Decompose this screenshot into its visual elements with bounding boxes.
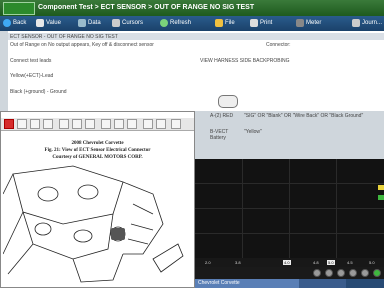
refresh-button[interactable]: Refresh <box>160 19 191 27</box>
cursors-icon <box>112 19 120 27</box>
connector-value: VIEW HARNESS SIDE BACKPROBING <box>200 58 290 64</box>
back-icon[interactable] <box>43 119 53 129</box>
test-instructions-panel: ECT SENSOR - OUT OF RANGE NO SIG TEST Ou… <box>8 31 384 141</box>
fit-icon[interactable] <box>127 119 137 129</box>
app-logo <box>3 2 35 15</box>
data-button[interactable]: Data <box>78 19 101 27</box>
record-button[interactable] <box>373 269 381 277</box>
graph-controls <box>195 267 384 279</box>
close-icon[interactable] <box>4 119 14 129</box>
taskbar-item[interactable]: Chevrolet Corvette <box>195 279 299 288</box>
engine-line-drawing <box>3 165 184 283</box>
print-doc-icon[interactable] <box>171 119 181 129</box>
data-icon <box>78 19 86 27</box>
stop-button[interactable] <box>325 269 333 277</box>
help-icon[interactable] <box>17 119 27 129</box>
refresh-icon <box>160 19 168 27</box>
meter-button[interactable]: Meter <box>296 19 321 27</box>
reading-button[interactable] <box>218 95 238 108</box>
file-icon <box>215 19 223 27</box>
image-toolbar <box>1 118 194 131</box>
connector-label: Connector: <box>266 42 291 48</box>
instruction-text: Out of Range on No output appears, Key o… <box>10 42 154 48</box>
help-pointer-icon[interactable] <box>30 119 40 129</box>
file-button[interactable]: File <box>215 19 235 27</box>
print-button[interactable]: Print <box>250 19 272 27</box>
meter-icon <box>296 19 304 27</box>
black-lead-text: Black (+ground) - Ground <box>10 89 67 95</box>
journal-icon <box>352 19 360 27</box>
hand-icon[interactable] <box>85 119 95 129</box>
cursors-button[interactable]: Cursors <box>112 19 143 27</box>
lead-1-label: A-(2) RED <box>210 113 234 119</box>
forward-icon[interactable] <box>59 119 69 129</box>
print-icon <box>250 19 258 27</box>
lead-2-description: "Yellow" <box>244 129 262 135</box>
pause-button[interactable] <box>349 269 357 277</box>
active-tick: 4.0 <box>283 260 291 265</box>
window-title: Component Test > ECT SENSOR > OUT OF RAN… <box>38 4 255 11</box>
lead-2-label: B-VECT Battery <box>210 129 229 141</box>
page-icon[interactable] <box>143 119 153 129</box>
taskbar: Chevrolet Corvette <box>195 279 384 288</box>
value-icon <box>36 19 44 27</box>
back-arrow-icon <box>3 19 11 27</box>
system-tray <box>346 279 384 288</box>
graph-tick-bar: 2.0 3.8 4.0 4.8 5.0 4.5 5.0 <box>195 258 384 267</box>
back-button[interactable]: Back <box>3 19 26 27</box>
title-bar: Component Test > ECT SENSOR > OUT OF RAN… <box>0 0 384 16</box>
rotate-icon[interactable] <box>156 119 166 129</box>
test-header: ECT SENSOR - OUT OF RANGE NO SIG TEST <box>10 34 118 40</box>
yellow-lead-text: Yellow(+ECT)-Lead <box>10 73 54 79</box>
select-icon[interactable] <box>72 119 82 129</box>
green-channel-marker <box>378 195 384 200</box>
zoom-out-icon[interactable] <box>114 119 124 129</box>
forward-button[interactable] <box>361 269 369 277</box>
journal-button[interactable]: Journ... <box>352 19 382 27</box>
waveform-graph <box>195 159 384 258</box>
yellow-channel-marker <box>378 185 384 190</box>
rewind-button[interactable] <box>313 269 321 277</box>
zoom-in-icon[interactable] <box>101 119 111 129</box>
figure-caption: 2008 Chevrolet Corvette Fig. 21: View of… <box>44 141 151 160</box>
value-button[interactable]: Value <box>36 19 61 27</box>
connect-leads-text: Connect test leads <box>10 58 52 64</box>
lead-1-description: "SIG" OR "Blank" OR "Wire Back" OR "Blac… <box>244 113 364 119</box>
toolbar: Back Value Data Cursors Refresh File Pri… <box>0 16 384 31</box>
play-button[interactable] <box>337 269 345 277</box>
component-image-panel: 2008 Chevrolet Corvette Fig. 21: View of… <box>0 111 195 288</box>
